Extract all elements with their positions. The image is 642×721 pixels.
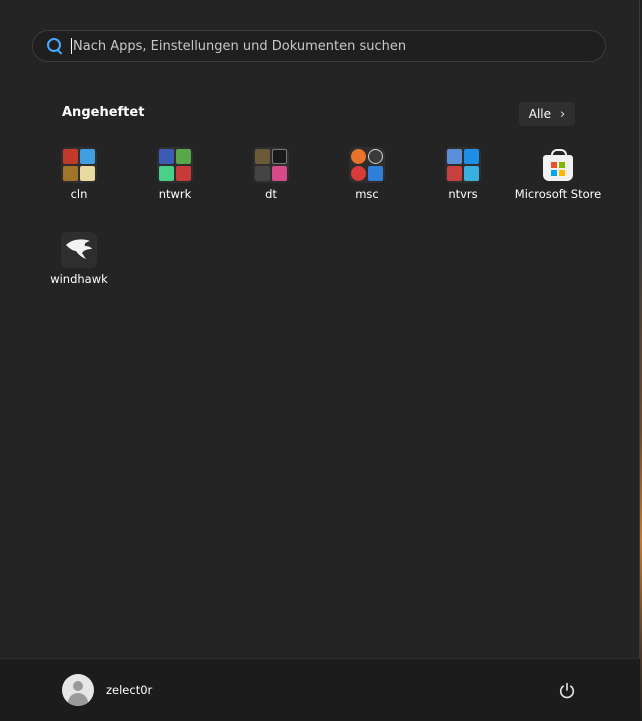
text-caret [71, 38, 72, 54]
folder-group-icon [61, 147, 97, 183]
search-icon [47, 38, 63, 55]
power-button[interactable] [551, 675, 583, 707]
start-menu: Nach Apps, Einstellungen und Dokumenten … [0, 0, 640, 721]
search-input[interactable]: Nach Apps, Einstellungen und Dokumenten … [73, 39, 406, 54]
windhawk-eagle-icon [61, 232, 97, 268]
folder-group-icon [157, 147, 193, 183]
pinned-app-msc[interactable]: msc [319, 147, 415, 227]
avatar [62, 674, 94, 706]
app-label: Microsoft Store [514, 187, 602, 201]
pinned-app-windhawk[interactable]: windhawk [31, 232, 127, 312]
app-label: windhawk [50, 272, 108, 286]
pinned-app-microsoft-store[interactable]: Microsoft Store [510, 147, 606, 227]
pinned-app-ntwrk[interactable]: ntwrk [127, 147, 223, 227]
app-label: dt [265, 187, 277, 201]
folder-group-icon [253, 147, 289, 183]
app-label: ntvrs [448, 187, 478, 201]
all-apps-label: Alle [528, 107, 552, 121]
user-name: zelect0r [106, 683, 153, 697]
pinned-app-cln[interactable]: cln [31, 147, 127, 227]
pinned-app-dt[interactable]: dt [223, 147, 319, 227]
pinned-section-title: Angeheftet [62, 105, 145, 120]
app-label: ntwrk [158, 187, 192, 201]
start-footer: zelect0r [0, 658, 640, 721]
all-apps-button[interactable]: Alle › [519, 102, 575, 126]
power-icon [559, 682, 575, 699]
pinned-app-ntvrs[interactable]: ntvrs [415, 147, 511, 227]
search-box[interactable]: Nach Apps, Einstellungen und Dokumenten … [32, 30, 606, 62]
app-label: msc [355, 187, 379, 201]
user-account-button[interactable]: zelect0r [54, 670, 160, 710]
folder-group-icon [349, 147, 385, 183]
folder-group-icon [445, 147, 481, 183]
chevron-right-icon: › [560, 106, 566, 122]
app-label: cln [70, 187, 88, 201]
microsoft-store-icon [540, 147, 576, 183]
